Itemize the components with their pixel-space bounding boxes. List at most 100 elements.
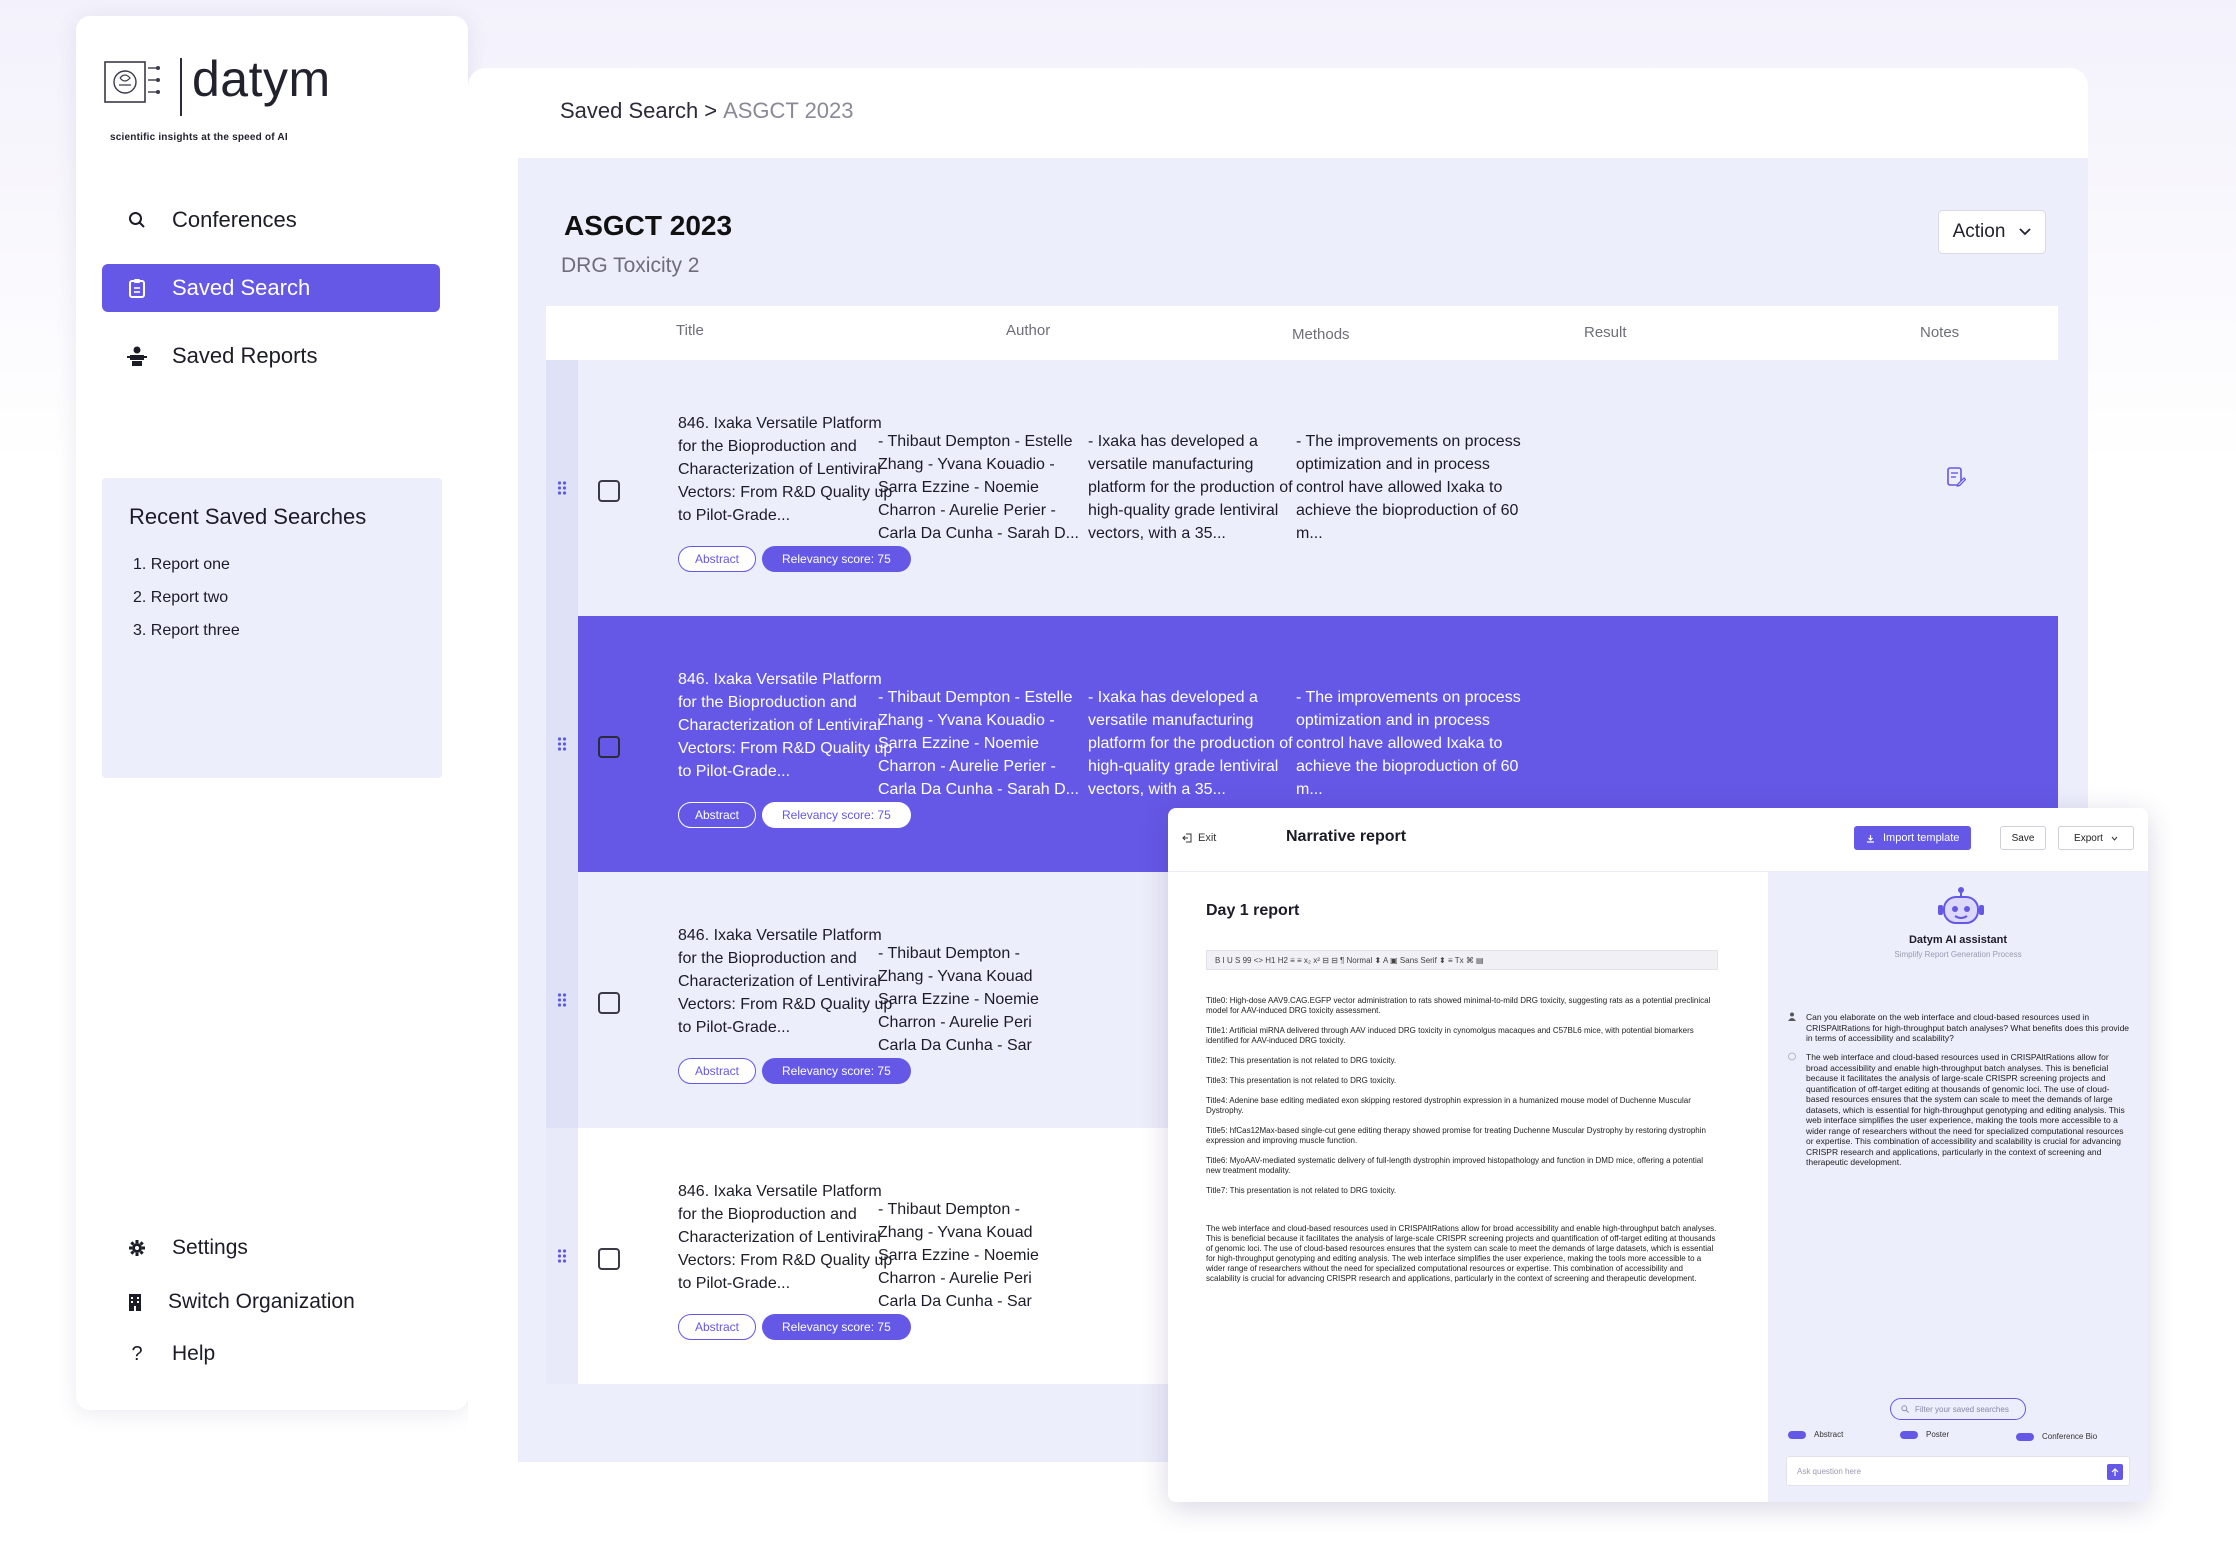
search-icon — [1901, 1405, 1909, 1413]
drag-handle[interactable] — [546, 616, 578, 872]
breadcrumb: Saved Search > ASGCT 2023 — [560, 98, 854, 124]
import-label: Import template — [1883, 832, 1960, 844]
nav-saved-search-label: Saved Search — [172, 275, 311, 300]
exit-button[interactable]: Exit — [1182, 832, 1216, 844]
abstract-tag[interactable]: Abstract — [678, 1058, 757, 1084]
source-filters: Abstract Poster Conference Bio — [1788, 1430, 2128, 1446]
report-editor[interactable]: Day 1 report B I U S 99 <> H1 H2 ≡ ≡ x₂ … — [1168, 872, 1768, 1502]
nav-settings[interactable]: Settings — [102, 1228, 248, 1268]
report-body[interactable]: Title0: High-dose AAV9.CAG.EGFP vector a… — [1206, 996, 1718, 1294]
arrow-up-icon — [2111, 1467, 2119, 1476]
filter-label: Conference Bio — [2042, 1432, 2098, 1441]
gear-icon — [102, 1239, 172, 1257]
abstract-tag[interactable]: Abstract — [678, 1314, 757, 1340]
report-paragraph: Title3: This presentation is not related… — [1206, 1076, 1397, 1085]
recent-item[interactable]: 2. Report two — [133, 581, 415, 614]
filter-saved-searches[interactable]: Filter your saved searches — [1890, 1398, 2026, 1420]
robot-icon — [1938, 887, 1984, 924]
sidebar: datym scientific insights at the speed o… — [76, 16, 468, 1410]
header-result[interactable]: Result — [1584, 324, 1627, 341]
export-dropdown[interactable]: Export — [2058, 826, 2134, 850]
nav-help[interactable]: ? Help — [102, 1334, 215, 1374]
ask-question-input[interactable]: Ask question here — [1786, 1456, 2130, 1486]
filter-conference-bio[interactable]: Conference Bio — [2016, 1432, 2097, 1441]
cell-title[interactable]: 846. Ixaka Versatile Platform for the Bi… — [678, 924, 900, 1039]
table-header: Title Author Methods Result Notes — [546, 306, 2058, 360]
header-notes[interactable]: Notes — [1920, 324, 1959, 341]
drag-handle[interactable] — [546, 360, 578, 616]
answer-text: The web interface and cloud-based resour… — [1806, 1052, 2125, 1167]
row-checkbox[interactable] — [598, 992, 620, 1014]
breadcrumb-current: ASGCT 2023 — [723, 98, 854, 123]
filter-placeholder: Filter your saved searches — [1915, 1404, 2009, 1414]
edit-note-icon[interactable] — [1946, 466, 1966, 488]
abstract-tag[interactable]: Abstract — [678, 546, 757, 572]
chat-answer: The web interface and cloud-based resour… — [1788, 1052, 2132, 1168]
nav-saved-search[interactable]: Saved Search — [102, 264, 440, 312]
table-row[interactable]: 846. Ixaka Versatile Platform for the Bi… — [546, 360, 2058, 616]
question-text: Can you elaborate on the web interface a… — [1806, 1012, 2130, 1043]
row-checkbox[interactable] — [598, 1248, 620, 1270]
toggle-dot — [2016, 1432, 2034, 1441]
abstract-tag[interactable]: Abstract — [678, 802, 757, 828]
save-button[interactable]: Save — [2000, 826, 2046, 850]
brain-chip-icon — [104, 61, 160, 103]
drag-handle-icon — [557, 481, 567, 495]
header-author[interactable]: Author — [1006, 322, 1050, 339]
filter-poster[interactable]: Poster — [1900, 1430, 1949, 1439]
nav-switch-organization-label: Switch Organization — [168, 1290, 355, 1313]
row-tags: Abstract Relevancy score: 75 — [678, 802, 911, 828]
relevancy-score-badge: Relevancy score: 75 — [762, 1058, 911, 1084]
report-paragraph: Title7: This presentation is not related… — [1206, 1186, 1397, 1195]
import-icon — [1867, 834, 1874, 843]
nav-saved-reports-label: Saved Reports — [172, 343, 318, 368]
cell-result: - The improvements on process optimizati… — [1296, 689, 1521, 798]
recent-item[interactable]: 3. Report three — [133, 614, 415, 647]
filter-abstract[interactable]: Abstract — [1788, 1430, 1843, 1439]
chevron-down-icon — [2111, 836, 2118, 841]
report-title: Narrative report — [1286, 828, 1407, 845]
report-summary: The web interface and cloud-based resour… — [1206, 1224, 1717, 1283]
filter-label: Poster — [1926, 1430, 1950, 1439]
nav-conferences[interactable]: Conferences — [102, 196, 440, 244]
action-label: Action — [1952, 221, 2006, 242]
logo-divider — [180, 58, 182, 116]
action-dropdown[interactable]: Action — [1938, 210, 2046, 254]
cell-title[interactable]: 846. Ixaka Versatile Platform for the Bi… — [678, 1180, 900, 1295]
row-body: 846. Ixaka Versatile Platform for the Bi… — [578, 360, 2058, 616]
narrative-report-modal: Exit Narrative report Import template Sa… — [1168, 808, 2148, 1502]
ask-placeholder: Ask question here — [1797, 1466, 1862, 1476]
drag-handle[interactable] — [546, 872, 578, 1128]
drag-handle-icon — [557, 993, 567, 1007]
recent-item[interactable]: 1. Report one — [133, 548, 415, 581]
assistant-avatar-icon — [1788, 1052, 1796, 1061]
reports-icon — [102, 345, 172, 367]
report-toolbar: Exit Narrative report Import template Sa… — [1168, 808, 2148, 872]
cell-title[interactable]: 846. Ixaka Versatile Platform for the Bi… — [678, 412, 900, 527]
nav-help-label: Help — [172, 1342, 216, 1365]
breadcrumb-parent[interactable]: Saved Search — [560, 98, 698, 123]
toggle-dot — [1900, 1430, 1918, 1439]
header-methods[interactable]: Methods — [1292, 326, 1350, 343]
cell-title[interactable]: 846. Ixaka Versatile Platform for the Bi… — [678, 668, 900, 783]
row-checkbox[interactable] — [598, 736, 620, 758]
page-subtitle: DRG Toxicity 2 — [561, 254, 700, 277]
assistant-subtitle: Simplify Report Generation Process — [1894, 950, 2022, 959]
drag-handle[interactable] — [546, 1128, 578, 1384]
row-tags: Abstract Relevancy score: 75 — [678, 1314, 911, 1340]
user-icon — [1788, 1012, 1796, 1021]
row-tags: Abstract Relevancy score: 75 — [678, 546, 911, 572]
clipboard-icon — [102, 278, 172, 298]
send-button[interactable] — [2107, 1464, 2123, 1480]
format-toolbar[interactable]: B I U S 99 <> H1 H2 ≡ ≡ x₂ x² ⊟ ⊟ ¶ Norm… — [1206, 950, 1718, 970]
report-paragraph: Title6: MyoAAV-mediated systematic deliv… — [1206, 1156, 1703, 1175]
nav-conferences-label: Conferences — [172, 207, 297, 232]
chat-question: Can you elaborate on the web interface a… — [1788, 1012, 2132, 1044]
relevancy-score-badge: Relevancy score: 75 — [762, 802, 911, 828]
header-title[interactable]: Title — [676, 322, 704, 339]
nav-switch-organization[interactable]: Switch Organization — [102, 1282, 355, 1322]
report-paragraph: Title5: hfCas12Max-based single-cut gene… — [1206, 1126, 1706, 1145]
nav-saved-reports[interactable]: Saved Reports — [102, 332, 440, 380]
row-checkbox[interactable] — [598, 480, 620, 502]
import-template-button[interactable]: Import template — [1854, 826, 1972, 850]
